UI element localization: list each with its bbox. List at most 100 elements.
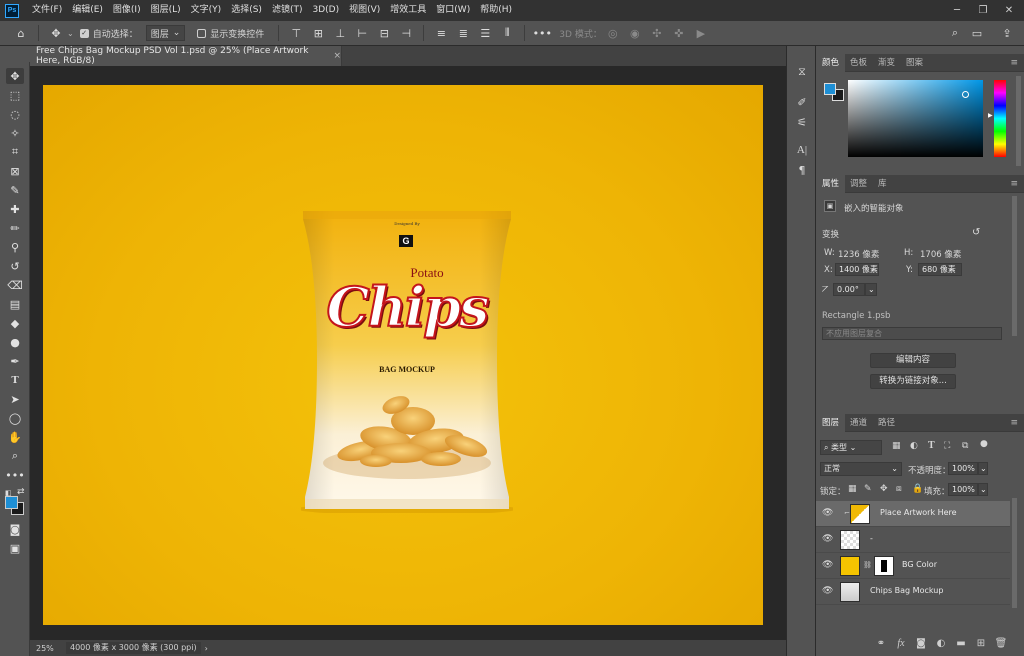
layer-comp-dropdown[interactable]: 不应用图层复合 bbox=[822, 327, 1002, 340]
tab-layers[interactable]: 图层 bbox=[816, 414, 846, 432]
lock-artboard-icon[interactable]: ⧈ bbox=[896, 484, 902, 494]
share-icon[interactable]: ⇪ bbox=[998, 24, 1016, 42]
filter-adjustment-icon[interactable]: ◐ bbox=[910, 441, 918, 451]
marquee-tool-icon[interactable]: ⬚ bbox=[6, 87, 24, 103]
search-icon[interactable]: ⌕ bbox=[946, 24, 964, 42]
dodge-tool-icon[interactable]: ● bbox=[6, 334, 24, 350]
lock-transparent-icon[interactable]: ▦ bbox=[848, 484, 857, 494]
link-layers-icon[interactable]: ⚭ bbox=[874, 638, 888, 652]
hand-tool-icon[interactable]: ✋ bbox=[6, 429, 24, 445]
height-value[interactable]: 1706 像素 bbox=[920, 248, 961, 260]
document-tab[interactable]: Free Chips Bag Mockup PSD Vol 1.psd @ 25… bbox=[30, 46, 342, 66]
align-left-icon[interactable]: ⊢ bbox=[353, 24, 371, 42]
3d-camera-icon[interactable]: ▶ bbox=[692, 24, 710, 42]
history-brush-tool-icon[interactable]: ↺ bbox=[6, 258, 24, 274]
brush-settings-icon[interactable]: ✐ bbox=[794, 94, 810, 110]
menu-view[interactable]: 视图(V) bbox=[344, 0, 385, 21]
panel-foreground-swatch[interactable] bbox=[824, 83, 836, 95]
layer-row-bg-color[interactable]: 👁 ⛓ BG Color bbox=[816, 553, 1010, 579]
lock-pixels-icon[interactable]: ✎ bbox=[864, 484, 872, 494]
fill-chevron-icon[interactable]: ⌄ bbox=[978, 483, 988, 496]
home-icon[interactable]: ⌂ bbox=[12, 24, 30, 42]
scrollbar[interactable] bbox=[1016, 76, 1021, 166]
canvas-area[interactable]: Designed By G Potato Chips BAG MOCKUP bbox=[30, 66, 786, 640]
paragraph-panel-icon[interactable]: ¶ bbox=[794, 162, 810, 178]
close-tab-icon[interactable]: × bbox=[333, 51, 341, 61]
menu-window[interactable]: 窗口(W) bbox=[431, 0, 475, 21]
more-options-icon[interactable]: ••• bbox=[533, 24, 552, 42]
menu-file[interactable]: 文件(F) bbox=[27, 0, 67, 21]
ellipse-tool-icon[interactable]: ◯ bbox=[6, 410, 24, 426]
scrollbar[interactable] bbox=[1012, 498, 1017, 608]
new-layer-icon[interactable]: ⊞ bbox=[974, 638, 988, 652]
panel-menu-icon[interactable]: ≡ bbox=[1010, 58, 1018, 68]
menu-image[interactable]: 图像(I) bbox=[108, 0, 146, 21]
distribute-vcenter-icon[interactable]: ≣ bbox=[454, 24, 472, 42]
gradient-tool-icon[interactable]: ▤ bbox=[6, 296, 24, 312]
3d-slide-icon[interactable]: ✜ bbox=[670, 24, 688, 42]
history-panel-icon[interactable]: ⧖ bbox=[794, 64, 810, 80]
visibility-eye-icon[interactable]: 👁 bbox=[822, 586, 833, 596]
screen-mode-icon[interactable]: ▣ bbox=[6, 540, 24, 556]
filter-toggle-icon[interactable]: ● bbox=[980, 439, 988, 449]
align-vcenter-icon[interactable]: ⊞ bbox=[309, 24, 327, 42]
move-tool-icon[interactable]: ✥ bbox=[6, 68, 24, 84]
quick-mask-icon[interactable]: ◙ bbox=[6, 521, 24, 537]
align-right-icon[interactable]: ⊣ bbox=[397, 24, 415, 42]
filter-shape-icon[interactable]: ⛶ bbox=[944, 441, 950, 451]
tab-gradients[interactable]: 渐变 bbox=[872, 54, 901, 72]
layer-filter-dropdown[interactable]: ⌕ 类型 ⌄ bbox=[820, 440, 882, 455]
tab-channels[interactable]: 通道 bbox=[844, 414, 873, 432]
artboard[interactable]: Designed By G Potato Chips BAG MOCKUP bbox=[43, 85, 763, 625]
delete-layer-icon[interactable]: 🗑 bbox=[994, 638, 1008, 652]
auto-select-checkbox[interactable]: ✓ bbox=[79, 28, 89, 38]
lasso-tool-icon[interactable]: ◌ bbox=[6, 106, 24, 122]
3d-roll-icon[interactable]: ◉ bbox=[626, 24, 644, 42]
character-panel-icon[interactable]: A| bbox=[794, 142, 810, 158]
menu-select[interactable]: 选择(S) bbox=[226, 0, 267, 21]
move-tool-icon[interactable]: ✥ bbox=[47, 24, 65, 42]
brush-tool-icon[interactable]: ✏ bbox=[6, 220, 24, 236]
opacity-input[interactable]: 100% bbox=[948, 462, 978, 475]
filter-smart-object-icon[interactable]: ⧉ bbox=[962, 441, 968, 451]
frame-tool-icon[interactable]: ⊠ bbox=[6, 163, 24, 179]
menu-filter[interactable]: 滤镜(T) bbox=[267, 0, 308, 21]
restore-icon[interactable]: ❐ bbox=[970, 0, 996, 21]
type-tool-icon[interactable]: T bbox=[6, 372, 24, 388]
x-input[interactable]: 1400 像素 bbox=[835, 263, 879, 276]
tool-preset-chevron-icon[interactable]: ⌄ bbox=[67, 29, 74, 38]
tab-swatches[interactable]: 色板 bbox=[844, 54, 873, 72]
3d-drag-icon[interactable]: ✣ bbox=[648, 24, 666, 42]
filter-pixel-icon[interactable]: ▦ bbox=[892, 441, 901, 451]
opacity-chevron-icon[interactable]: ⌄ bbox=[978, 462, 988, 475]
lock-all-icon[interactable]: 🔒 bbox=[912, 484, 923, 494]
tab-color[interactable]: 颜色 bbox=[816, 54, 846, 72]
zoom-level[interactable]: 25% bbox=[30, 644, 66, 653]
tab-patterns[interactable]: 图案 bbox=[900, 54, 929, 72]
healing-brush-tool-icon[interactable]: ✚ bbox=[6, 201, 24, 217]
stamp-tool-icon[interactable]: ⚲ bbox=[6, 239, 24, 255]
menu-help[interactable]: 帮助(H) bbox=[475, 0, 517, 21]
minimize-icon[interactable]: ─ bbox=[944, 0, 970, 21]
layer-style-icon[interactable]: fx bbox=[894, 638, 908, 652]
3d-orbit-icon[interactable]: ◎ bbox=[604, 24, 622, 42]
pen-tool-icon[interactable]: ✒ bbox=[6, 353, 24, 369]
tab-properties[interactable]: 属性 bbox=[816, 175, 846, 193]
color-picker-field[interactable] bbox=[848, 80, 983, 157]
align-bottom-icon[interactable]: ⊥ bbox=[331, 24, 349, 42]
status-menu-chevron-icon[interactable]: › bbox=[205, 644, 208, 653]
chain-link-icon[interactable]: ⛓ bbox=[863, 561, 872, 569]
tab-libraries[interactable]: 库 bbox=[872, 175, 893, 193]
swap-colors-icon[interactable]: ⇄ bbox=[17, 487, 25, 497]
layer-row-place-artwork[interactable]: 👁 ⌐ Place Artwork Here bbox=[816, 501, 1010, 527]
visibility-eye-icon[interactable]: 👁 bbox=[822, 534, 833, 544]
panel-menu-icon[interactable]: ≡ bbox=[1010, 418, 1018, 428]
layer-mask-thumbnail[interactable] bbox=[874, 556, 894, 576]
auto-select-target-dropdown[interactable]: 图层 ⌄ bbox=[145, 25, 186, 41]
lock-position-icon[interactable]: ✥ bbox=[880, 484, 888, 494]
crop-tool-icon[interactable]: ⌗ bbox=[6, 144, 24, 160]
close-window-icon[interactable]: ✕ bbox=[996, 0, 1022, 21]
eyedropper-tool-icon[interactable]: ✎ bbox=[6, 182, 24, 198]
foreground-color-swatch[interactable] bbox=[5, 496, 18, 509]
width-value[interactable]: 1236 像素 bbox=[838, 248, 879, 260]
